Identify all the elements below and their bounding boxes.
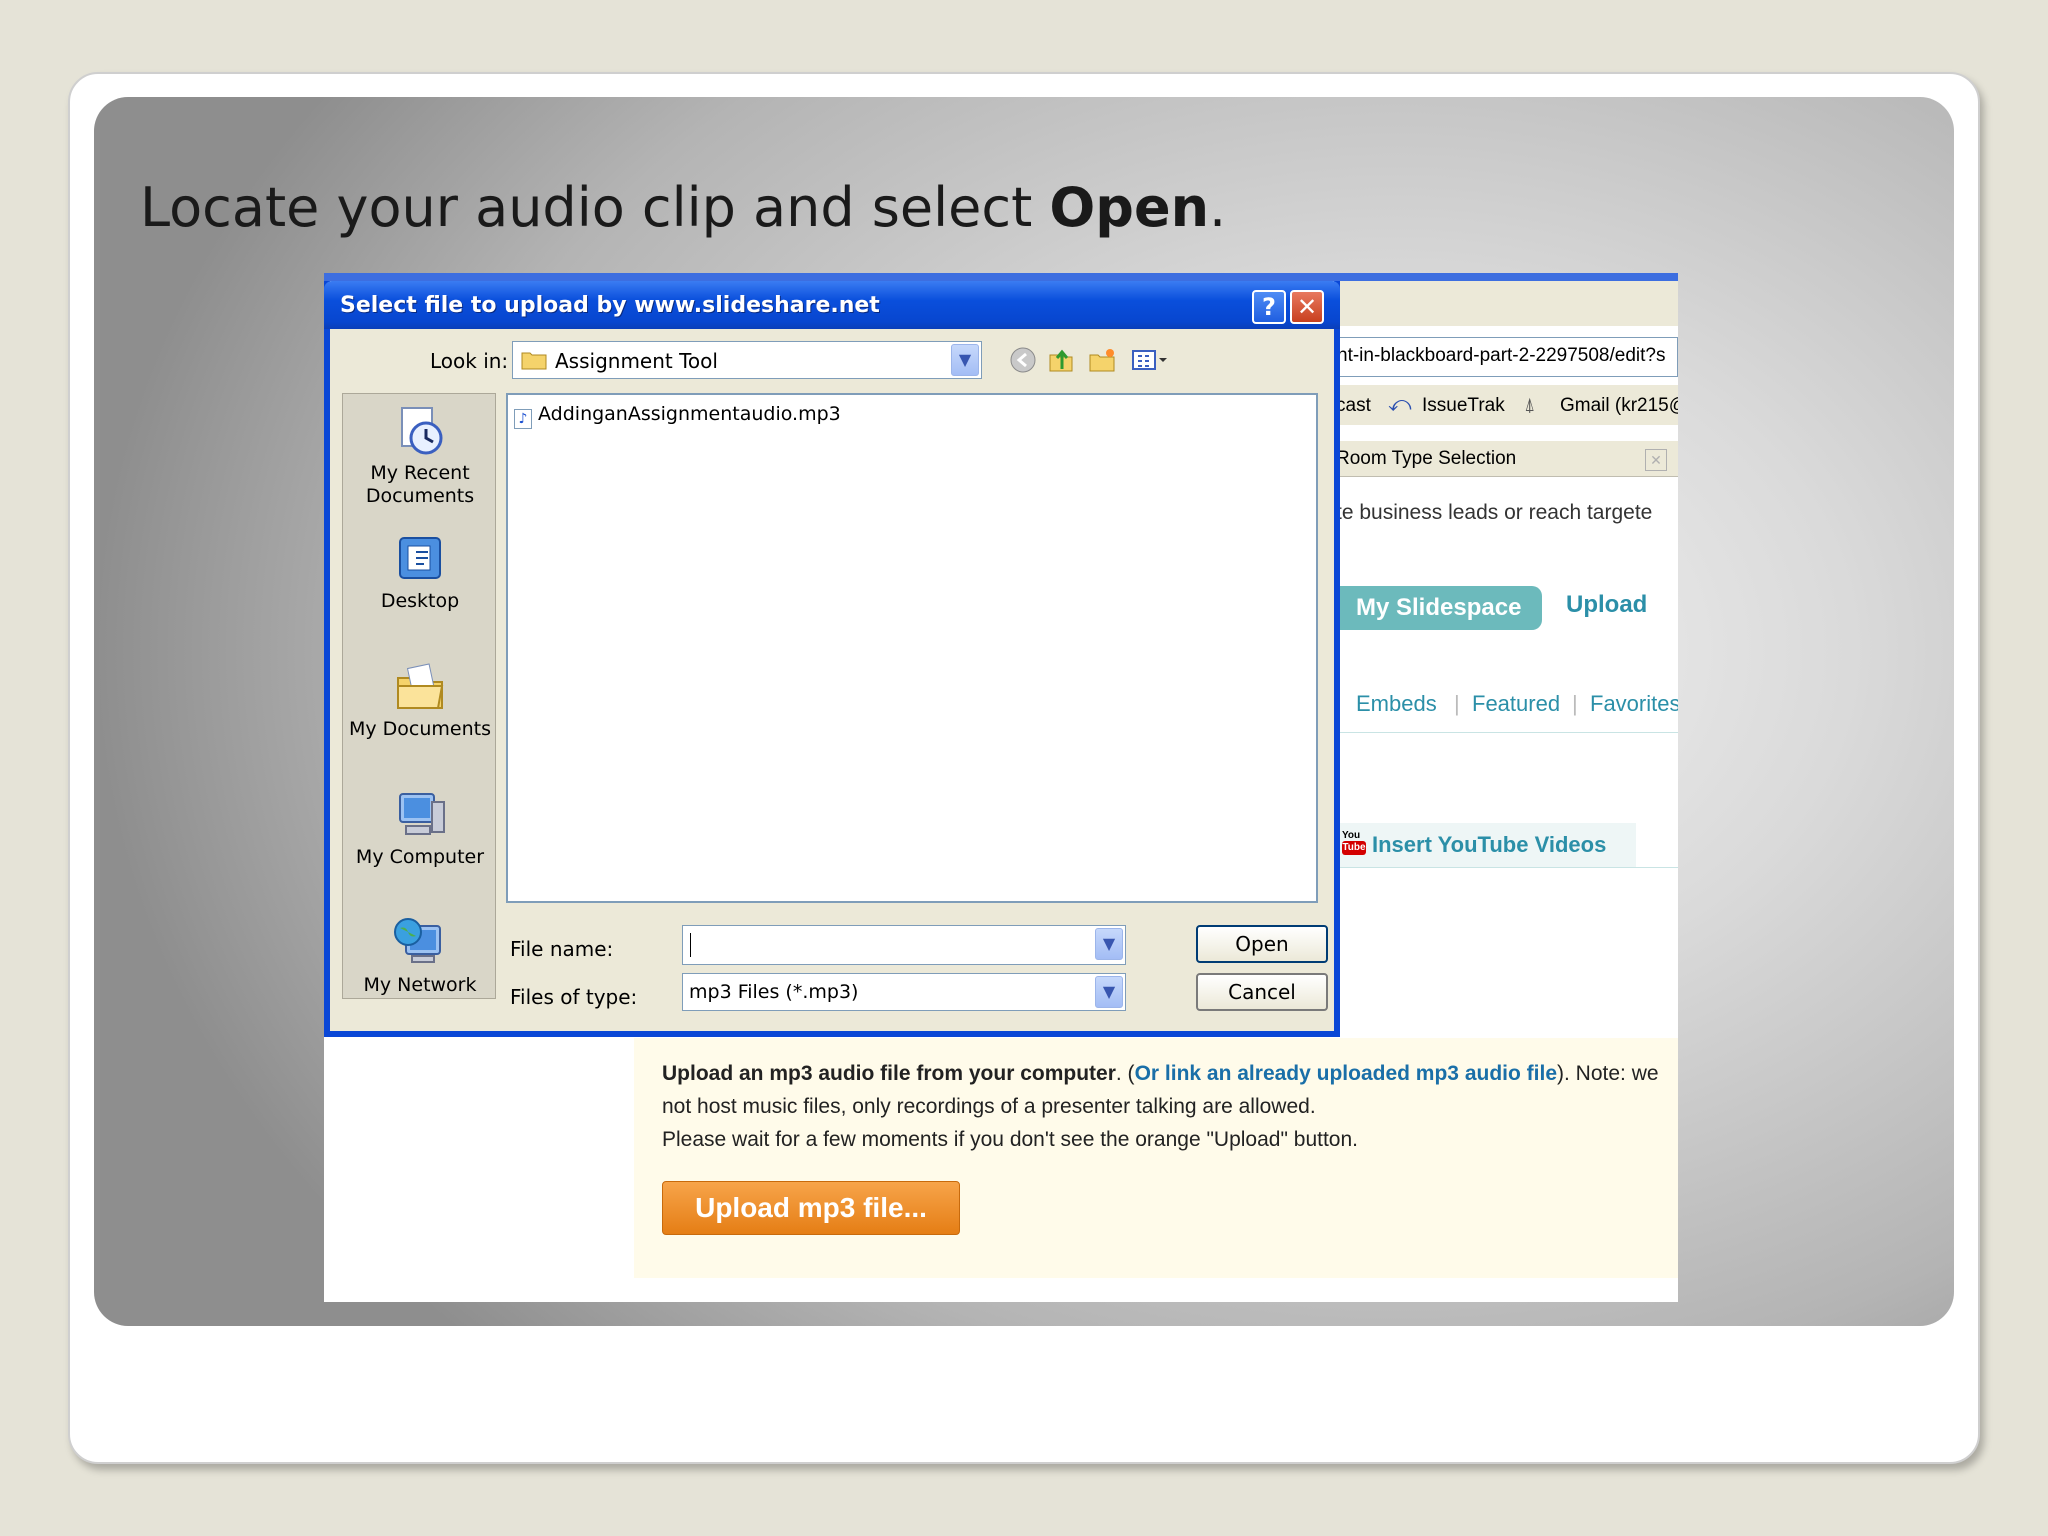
screenshot: nt-in-blackboard-part-2-2297508/edit?s c… <box>324 273 1678 1302</box>
file-list[interactable]: ♪ AddinganAssignmentaudio.mp3 <box>506 393 1318 903</box>
youtube-icon-tube: Tube <box>1342 841 1366 855</box>
subnav: | Embeds | Featured | Favorites <box>1336 683 1678 733</box>
mp3-line-3: Please wait for a few moments if you don… <box>662 1128 1358 1151</box>
browser-top-bar <box>324 273 1678 281</box>
slide-title: Locate your audio clip and select Open. <box>140 176 1226 239</box>
new-folder-icon[interactable] <box>1088 345 1118 375</box>
link-gmail[interactable]: Gmail (kr215@ <box>1560 395 1678 417</box>
youtube-label: Insert YouTube Videos <box>1372 832 1607 857</box>
chevron-down-icon[interactable]: ▼ <box>1095 928 1123 960</box>
place-desktop[interactable]: Desktop <box>343 532 497 613</box>
nav-upload[interactable]: Upload <box>1566 591 1647 619</box>
desktop-icon <box>392 532 448 586</box>
gmail-icon: ⍋ <box>1524 395 1536 416</box>
text-cursor <box>690 933 691 957</box>
nav-my-slidespace[interactable]: My Slidespace <box>1336 586 1542 630</box>
file-name-input[interactable]: ▼ <box>682 925 1126 965</box>
my-computer-icon <box>392 788 448 842</box>
look-in-value: Assignment Tool <box>555 349 718 373</box>
mp3-line-1: Upload an mp3 audio file from your compu… <box>662 1062 1659 1086</box>
help-button[interactable]: ? <box>1252 290 1286 324</box>
audio-file-icon: ♪ <box>514 409 532 429</box>
my-documents-icon <box>392 660 448 714</box>
link-cast[interactable]: cast <box>1336 395 1371 417</box>
place-label: My Recent Documents <box>365 462 475 507</box>
youtube-icon-you: You <box>1342 830 1361 841</box>
place-my-computer[interactable]: My Computer <box>343 788 497 869</box>
recent-documents-icon <box>392 404 448 458</box>
back-icon[interactable] <box>1008 345 1038 375</box>
upload-mp3-button[interactable]: Upload mp3 file... <box>662 1181 960 1235</box>
files-of-type-select[interactable]: mp3 Files (*.mp3) ▼ <box>682 973 1126 1011</box>
file-item-name: AddinganAssignmentaudio.mp3 <box>538 403 841 425</box>
cancel-button[interactable]: Cancel <box>1196 973 1328 1011</box>
open-button[interactable]: Open <box>1196 925 1328 963</box>
place-my-recent-documents[interactable]: My Recent Documents <box>343 404 497 508</box>
subnav-favorites[interactable]: Favorites <box>1590 691 1678 717</box>
mp3-line-1-mid: . ( <box>1115 1062 1135 1085</box>
dialog-titlebar[interactable]: Select file to upload by www.slideshare.… <box>324 281 1340 329</box>
youtube-icon: You Tube <box>1342 831 1366 859</box>
my-network-icon <box>392 916 448 970</box>
subnav-embeds[interactable]: Embeds <box>1356 691 1437 717</box>
places-bar: My Recent Documents Desktop My Documents… <box>342 393 496 999</box>
ad-text[interactable]: te business leads or reach targete <box>1336 501 1652 525</box>
link-uploaded-mp3[interactable]: Or link an already uploaded mp3 audio fi… <box>1135 1062 1557 1085</box>
file-upload-dialog: Select file to upload by www.slideshare.… <box>324 281 1340 1037</box>
insert-youtube-videos[interactable]: You Tube Insert YouTube Videos <box>1336 823 1636 867</box>
tab-title: Room Type Selection <box>1336 448 1517 469</box>
folder-icon <box>521 352 547 370</box>
mp3-line-1-end: ). Note: we <box>1557 1062 1659 1085</box>
subnav-separator: | <box>1454 691 1460 716</box>
views-menu-icon[interactable] <box>1130 345 1170 375</box>
place-my-documents[interactable]: My Documents <box>343 660 497 741</box>
chevron-down-icon[interactable]: ▼ <box>951 344 979 376</box>
address-text: nt-in-blackboard-part-2-2297508/edit?s <box>1337 345 1666 366</box>
files-of-type-label: Files of type: <box>510 985 638 1009</box>
look-in-select[interactable]: Assignment Tool ▼ <box>512 341 982 379</box>
subnav-featured[interactable]: Featured <box>1472 691 1560 717</box>
place-label: My Network <box>363 974 477 996</box>
mp3-upload-panel: Upload an mp3 audio file from your compu… <box>634 1038 1678 1278</box>
close-button[interactable]: ✕ <box>1290 290 1324 324</box>
slide-title-bold: Open <box>1049 176 1210 239</box>
files-of-type-value: mp3 Files (*.mp3) <box>689 981 859 1003</box>
file-name-label: File name: <box>510 937 614 961</box>
mp3-line-2: not host music files, only recordings of… <box>662 1095 1316 1118</box>
dialog-title: Select file to upload by www.slideshare.… <box>340 293 880 318</box>
link-issuetrak[interactable]: IssueTrak <box>1422 395 1505 417</box>
mp3-line-1-bold: Upload an mp3 audio file from your compu… <box>662 1062 1116 1085</box>
place-label: My Documents <box>348 718 491 740</box>
slide-title-text: Locate your audio clip and select <box>140 176 1050 239</box>
look-in-label: Look in: <box>430 349 509 373</box>
issuetrak-icon: ⤺ <box>1388 391 1412 416</box>
tab-close-icon[interactable]: ✕ <box>1645 449 1667 471</box>
up-folder-icon[interactable] <box>1046 345 1076 375</box>
chevron-down-icon[interactable]: ▼ <box>1095 976 1123 1008</box>
subnav-separator: | <box>1572 691 1578 716</box>
place-label: My Computer <box>355 846 485 868</box>
place-label: Desktop <box>380 590 460 612</box>
divider <box>1336 867 1678 868</box>
file-item[interactable]: ♪ AddinganAssignmentaudio.mp3 <box>514 403 841 429</box>
slide-title-suffix: . <box>1209 176 1227 239</box>
place-my-network[interactable]: My Network <box>343 916 497 997</box>
